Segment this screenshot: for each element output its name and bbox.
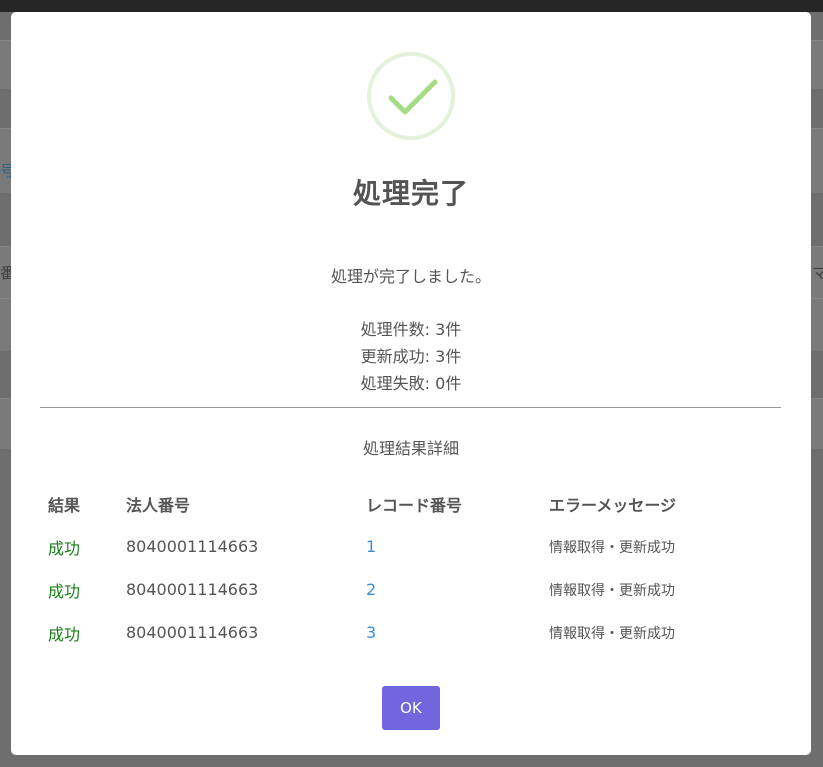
table-row: 成功 8040001114663 1 情報取得・更新成功 [40, 525, 774, 568]
record-number-link[interactable]: 1 [366, 537, 376, 556]
app-top-bar [0, 0, 823, 12]
error-message-cell: 情報取得・更新成功 [549, 582, 675, 599]
table-row: 成功 8040001114663 2 情報取得・更新成功 [40, 568, 774, 611]
background-text-fragment: マ [812, 264, 823, 282]
dialog-title: 処理完了 [352, 177, 469, 210]
details-title: 処理結果詳細 [362, 439, 459, 458]
summary-processed: 処理件数: 3件 [360, 320, 462, 339]
record-number-link[interactable]: 3 [366, 623, 376, 642]
result-cell: 成功 [48, 581, 81, 601]
corp-number-cell: 8040001114663 [126, 537, 259, 556]
column-header-corp-number: 法人番号 [126, 495, 191, 515]
error-message-cell: 情報取得・更新成功 [549, 625, 675, 642]
table-header-row: 結果 法人番号 レコード番号 エラーメッセージ [40, 482, 774, 525]
result-cell: 成功 [48, 624, 81, 644]
completion-message: 処理が完了しました。 [330, 267, 491, 286]
results-table: 結果 法人番号 レコード番号 エラーメッセージ 成功 8040001114663… [40, 482, 774, 654]
column-header-error-message: エラーメッセージ [549, 495, 677, 515]
record-number-link[interactable]: 2 [366, 580, 376, 599]
summary-failed: 処理失敗: 0件 [360, 374, 462, 393]
column-header-record-number: レコード番号 [366, 495, 463, 515]
result-cell: 成功 [48, 538, 81, 558]
check-icon [388, 79, 438, 115]
column-header-result: 結果 [48, 495, 81, 515]
ok-button[interactable]: OK [382, 686, 440, 730]
error-message-cell: 情報取得・更新成功 [549, 539, 675, 556]
background-text-fragment: 番号 [0, 264, 11, 282]
divider [40, 407, 781, 408]
result-dialog: 処理完了 処理が完了しました。 処理件数: 3件 更新成功: 3件 処理失敗: … [11, 12, 811, 755]
summary-block: 処理件数: 3件 更新成功: 3件 処理失敗: 0件 [11, 316, 811, 397]
table-row: 成功 8040001114663 3 情報取得・更新成功 [40, 611, 774, 654]
corp-number-cell: 8040001114663 [126, 580, 259, 599]
corp-number-cell: 8040001114663 [126, 623, 259, 642]
summary-succeeded: 更新成功: 3件 [360, 347, 462, 366]
success-check-icon [367, 52, 455, 140]
